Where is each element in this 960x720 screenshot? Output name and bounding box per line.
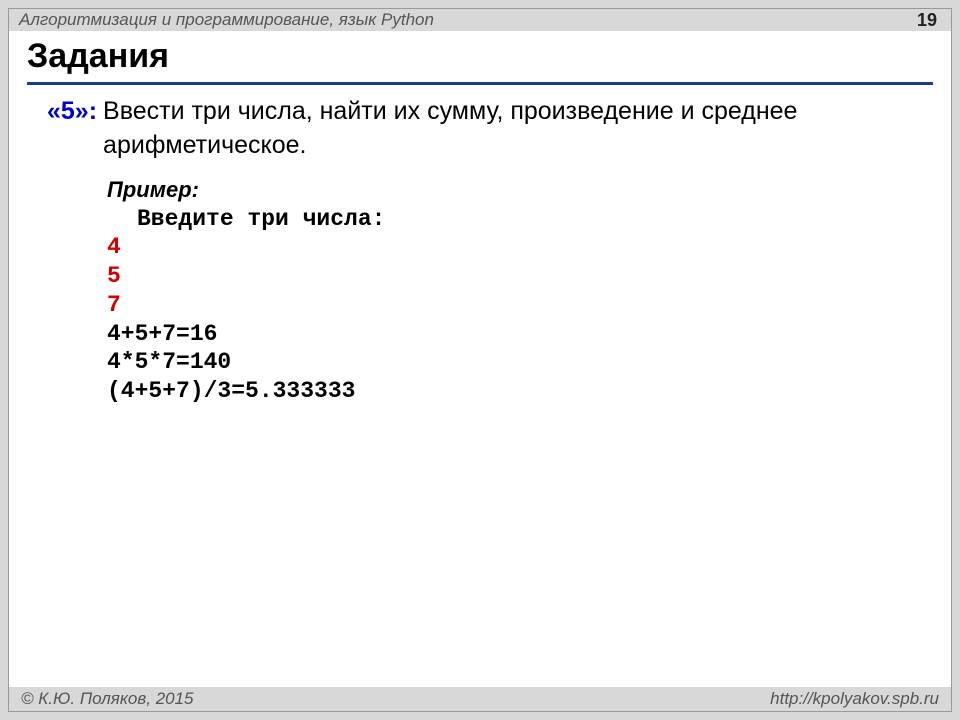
course-title: Алгоритмизация и программирование, язык …	[19, 10, 434, 30]
code-block: Введите три числа: 4 5 7 4+5+7=16 4*5*7=…	[107, 205, 931, 406]
code-prompt: Введите три числа:	[107, 205, 931, 234]
task-description: Ввести три числа, найти их сумму, произв…	[97, 95, 931, 163]
footer: © К.Ю. Поляков, 2015 http://kpolyakov.sp…	[9, 687, 951, 711]
top-bar: Алгоритмизация и программирование, язык …	[9, 9, 951, 31]
footer-url: http://kpolyakov.spb.ru	[770, 689, 939, 709]
task-line: «5»: Ввести три числа, найти их сумму, п…	[47, 95, 931, 163]
example-label: Пример:	[107, 177, 931, 203]
footer-copyright: © К.Ю. Поляков, 2015	[21, 689, 194, 709]
code-output-2: (4+5+7)/3=5.333333	[107, 377, 931, 406]
header-area: Задания	[9, 31, 951, 85]
code-input-2: 7	[107, 291, 931, 320]
code-input-0: 4	[107, 233, 931, 262]
page-number: 19	[917, 10, 937, 31]
code-input-1: 5	[107, 262, 931, 291]
code-output-1: 4*5*7=140	[107, 348, 931, 377]
code-output-0: 4+5+7=16	[107, 320, 931, 349]
content-area: «5»: Ввести три числа, найти их сумму, п…	[9, 85, 951, 406]
grade-label: «5»:	[47, 95, 97, 129]
slide-container: Алгоритмизация и программирование, язык …	[8, 8, 952, 712]
slide-title: Задания	[27, 37, 933, 85]
